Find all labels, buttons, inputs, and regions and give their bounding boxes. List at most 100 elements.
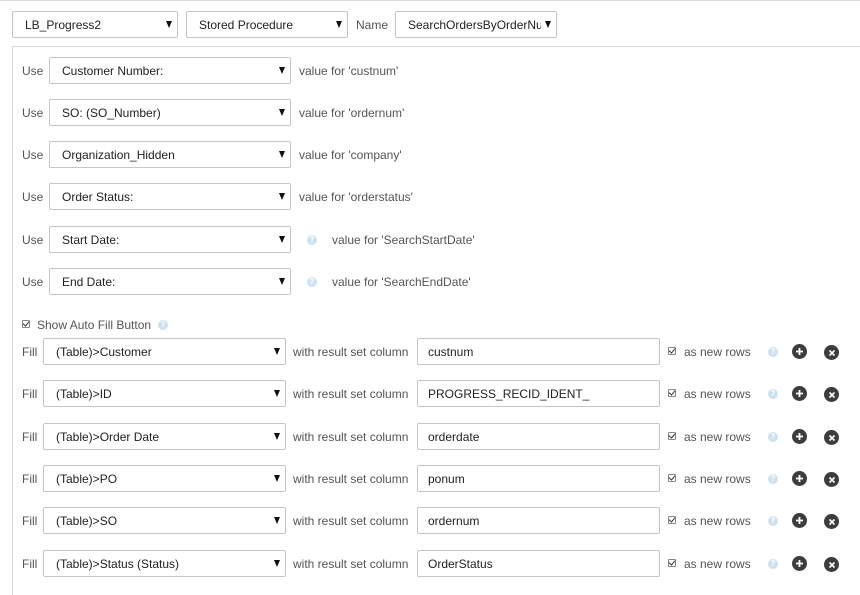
param-field-value: Customer Number: xyxy=(62,63,164,78)
help-icon[interactable]: ? xyxy=(158,320,168,330)
x-circle-icon[interactable] xyxy=(824,387,839,402)
fill-label: Fill xyxy=(22,387,38,401)
show-autofill-label: Show Auto Fill Button xyxy=(37,318,152,332)
as-new-rows-label: as new rows xyxy=(684,514,751,528)
fill-target-select[interactable]: (Table)>Customer xyxy=(43,338,286,365)
x-circle-icon[interactable] xyxy=(824,430,839,445)
fill-target-select[interactable]: (Table)>Status (Status) xyxy=(43,550,286,577)
param-field-select[interactable]: Customer Number: xyxy=(49,57,291,84)
caret-down-icon xyxy=(274,348,280,355)
caret-down-icon xyxy=(274,517,280,524)
x-circle-icon[interactable] xyxy=(824,472,839,487)
fill-target-select[interactable]: (Table)>SO xyxy=(43,507,286,534)
as-new-rows-checkbox[interactable] xyxy=(668,474,676,482)
procedure-name-select-value: SearchOrdersByOrderNum xyxy=(408,17,541,32)
help-icon[interactable]: ? xyxy=(768,389,778,399)
help-icon[interactable]: ? xyxy=(768,516,778,526)
use-label: Use xyxy=(22,148,44,162)
help-icon[interactable]: ? xyxy=(768,347,778,357)
plus-circle-icon[interactable] xyxy=(792,429,807,444)
as-new-rows-checkbox[interactable] xyxy=(668,347,676,355)
as-new-rows-checkbox[interactable] xyxy=(668,516,676,524)
help-icon[interactable]: ? xyxy=(768,474,778,484)
param-description: value for 'ordernum' xyxy=(299,106,405,120)
param-description: value for 'SearchStartDate' xyxy=(332,233,475,247)
caret-down-icon xyxy=(166,21,172,28)
plus-circle-icon[interactable] xyxy=(792,556,807,571)
fill-target-select[interactable]: (Table)>ID xyxy=(43,380,286,407)
caret-down-icon xyxy=(279,278,285,285)
result-column-input[interactable] xyxy=(417,338,660,365)
with-column-label: with result set column xyxy=(293,345,409,359)
fill-target-select[interactable]: (Table)>PO xyxy=(43,465,286,492)
param-field-value: Start Date: xyxy=(62,232,120,247)
result-column-input[interactable] xyxy=(417,550,660,577)
plus-circle-icon[interactable] xyxy=(792,471,807,486)
show-autofill-checkbox[interactable] xyxy=(22,320,30,328)
as-new-rows-label: as new rows xyxy=(684,387,751,401)
fill-label: Fill xyxy=(22,514,38,528)
plus-circle-icon[interactable] xyxy=(792,344,807,359)
connection-select-value: LB_Progress2 xyxy=(25,17,102,32)
as-new-rows-checkbox[interactable] xyxy=(668,432,676,440)
object-type-select-value: Stored Procedure xyxy=(199,17,294,32)
caret-down-icon xyxy=(274,560,280,567)
as-new-rows-label: as new rows xyxy=(684,345,751,359)
with-column-label: with result set column xyxy=(293,557,409,571)
caret-down-icon xyxy=(274,390,280,397)
param-field-select[interactable]: Organization_Hidden xyxy=(49,141,291,168)
result-column-input[interactable] xyxy=(417,380,660,407)
param-description: value for 'orderstatus' xyxy=(299,190,413,204)
param-description: value for 'custnum' xyxy=(299,64,399,78)
fill-target-select[interactable]: (Table)>Order Date xyxy=(43,423,286,450)
use-label: Use xyxy=(22,275,44,289)
with-column-label: with result set column xyxy=(293,514,409,528)
help-icon[interactable]: ? xyxy=(768,559,778,569)
x-circle-icon[interactable] xyxy=(824,345,839,360)
use-label: Use xyxy=(22,64,44,78)
connection-select[interactable]: LB_Progress2 xyxy=(12,11,178,38)
fill-target-value: (Table)>Order Date xyxy=(56,429,160,444)
param-field-value: SO: (SO_Number) xyxy=(62,105,161,120)
use-label: Use xyxy=(22,233,44,247)
caret-down-icon xyxy=(279,151,285,158)
x-circle-icon[interactable] xyxy=(824,514,839,529)
fill-label: Fill xyxy=(22,557,38,571)
object-type-select[interactable]: Stored Procedure xyxy=(186,11,348,38)
as-new-rows-label: as new rows xyxy=(684,557,751,571)
plus-circle-icon[interactable] xyxy=(792,386,807,401)
fill-target-value: (Table)>ID xyxy=(56,386,112,401)
param-description: value for 'SearchEndDate' xyxy=(332,275,471,289)
result-column-input[interactable] xyxy=(417,465,660,492)
use-label: Use xyxy=(22,190,44,204)
param-field-select[interactable]: Start Date: xyxy=(49,226,291,253)
caret-down-icon xyxy=(274,433,280,440)
fill-label: Fill xyxy=(22,345,38,359)
top-divider xyxy=(0,0,860,2)
result-column-input[interactable] xyxy=(417,423,660,450)
as-new-rows-checkbox[interactable] xyxy=(668,389,676,397)
param-field-value: End Date: xyxy=(62,274,116,289)
help-icon[interactable]: ? xyxy=(307,277,317,287)
param-field-select[interactable]: SO: (SO_Number) xyxy=(49,99,291,126)
help-icon[interactable]: ? xyxy=(307,235,317,245)
fill-target-value: (Table)>Customer xyxy=(56,344,152,359)
result-column-input[interactable] xyxy=(417,507,660,534)
name-label: Name xyxy=(356,18,389,32)
param-field-select[interactable]: End Date: xyxy=(49,268,291,295)
caret-down-icon xyxy=(279,236,285,243)
fill-target-value: (Table)>SO xyxy=(56,513,118,528)
with-column-label: with result set column xyxy=(293,387,409,401)
caret-down-icon xyxy=(279,109,285,116)
param-description: value for 'company' xyxy=(299,148,402,162)
as-new-rows-checkbox[interactable] xyxy=(668,559,676,567)
param-field-select[interactable]: Order Status: xyxy=(49,183,291,210)
x-circle-icon[interactable] xyxy=(824,557,839,572)
param-field-value: Order Status: xyxy=(62,189,134,204)
plus-circle-icon[interactable] xyxy=(792,513,807,528)
with-column-label: with result set column xyxy=(293,430,409,444)
help-icon[interactable]: ? xyxy=(768,432,778,442)
fill-label: Fill xyxy=(22,430,38,444)
as-new-rows-label: as new rows xyxy=(684,472,751,486)
procedure-name-select[interactable]: SearchOrdersByOrderNum xyxy=(395,11,557,38)
